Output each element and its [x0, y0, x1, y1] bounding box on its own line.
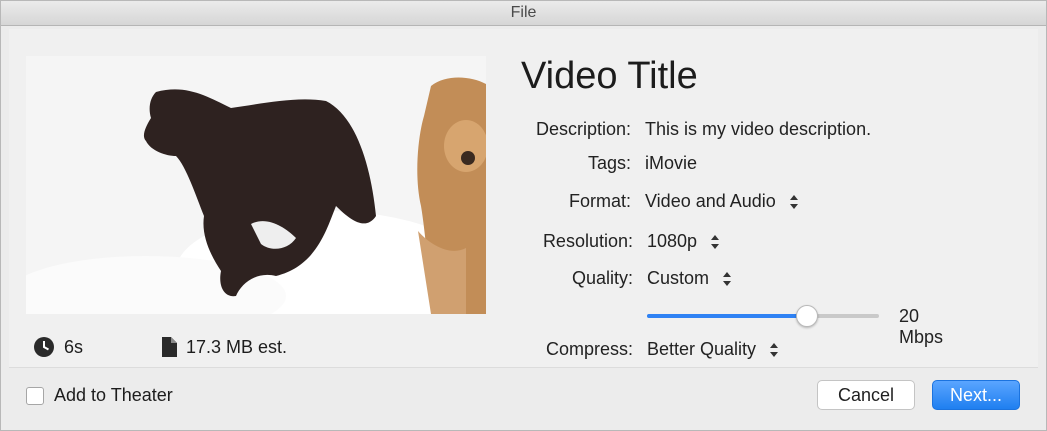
updown-chevron-icon: [711, 234, 720, 249]
thumbnail-image: [26, 56, 486, 314]
description-label: Description:: [535, 119, 631, 139]
quality-label: Quality:: [571, 268, 633, 288]
format-popup[interactable]: Video and Audio: [645, 191, 798, 212]
slider-knob[interactable]: [796, 305, 818, 327]
updown-chevron-icon: [723, 271, 732, 286]
compress-label: Compress:: [545, 339, 633, 359]
size-value: 17.3 MB est.: [186, 336, 288, 357]
tags-field[interactable]: iMovie: [645, 153, 697, 174]
quality-popup[interactable]: Custom: [647, 268, 732, 289]
duration-info: 6s: [33, 335, 83, 359]
add-to-theater-option[interactable]: Add to Theater: [26, 385, 173, 406]
next-button[interactable]: Next...: [932, 380, 1020, 410]
bitrate-value: 20 Mbps: [899, 306, 944, 347]
resolution-label: Resolution:: [542, 231, 633, 251]
video-title[interactable]: Video Title: [521, 55, 698, 98]
compress-value: Better Quality: [647, 339, 757, 359]
video-thumbnail: [26, 56, 486, 314]
quality-value: Custom: [647, 268, 710, 288]
size-info: 17.3 MB est.: [161, 335, 287, 359]
slider-fill: [647, 314, 807, 318]
clock-icon: [34, 337, 54, 357]
file-icon: [162, 337, 177, 357]
dialog-content: 6s 17.3 MB est. Video Title Description:…: [9, 29, 1038, 368]
duration-value: 6s: [64, 336, 84, 357]
format-value: Video and Audio: [645, 191, 776, 211]
quality-slider[interactable]: [647, 305, 879, 327]
add-to-theater-checkbox[interactable]: [26, 386, 44, 405]
tags-label: Tags:: [587, 153, 631, 173]
description-field[interactable]: This is my video description.: [645, 119, 871, 140]
resolution-value: 1080p: [647, 231, 698, 251]
share-file-dialog: File 6s 17.3 MB est. Video Title Descrip…: [0, 0, 1047, 431]
compress-popup[interactable]: Better Quality: [647, 339, 779, 360]
updown-chevron-icon: [770, 342, 779, 357]
add-to-theater-label: Add to Theater: [54, 385, 173, 405]
format-label: Format:: [568, 191, 631, 211]
resolution-popup[interactable]: 1080p: [647, 231, 720, 252]
updown-chevron-icon: [789, 194, 798, 209]
window-title: File: [1, 1, 1046, 26]
cancel-button[interactable]: Cancel: [817, 380, 915, 410]
